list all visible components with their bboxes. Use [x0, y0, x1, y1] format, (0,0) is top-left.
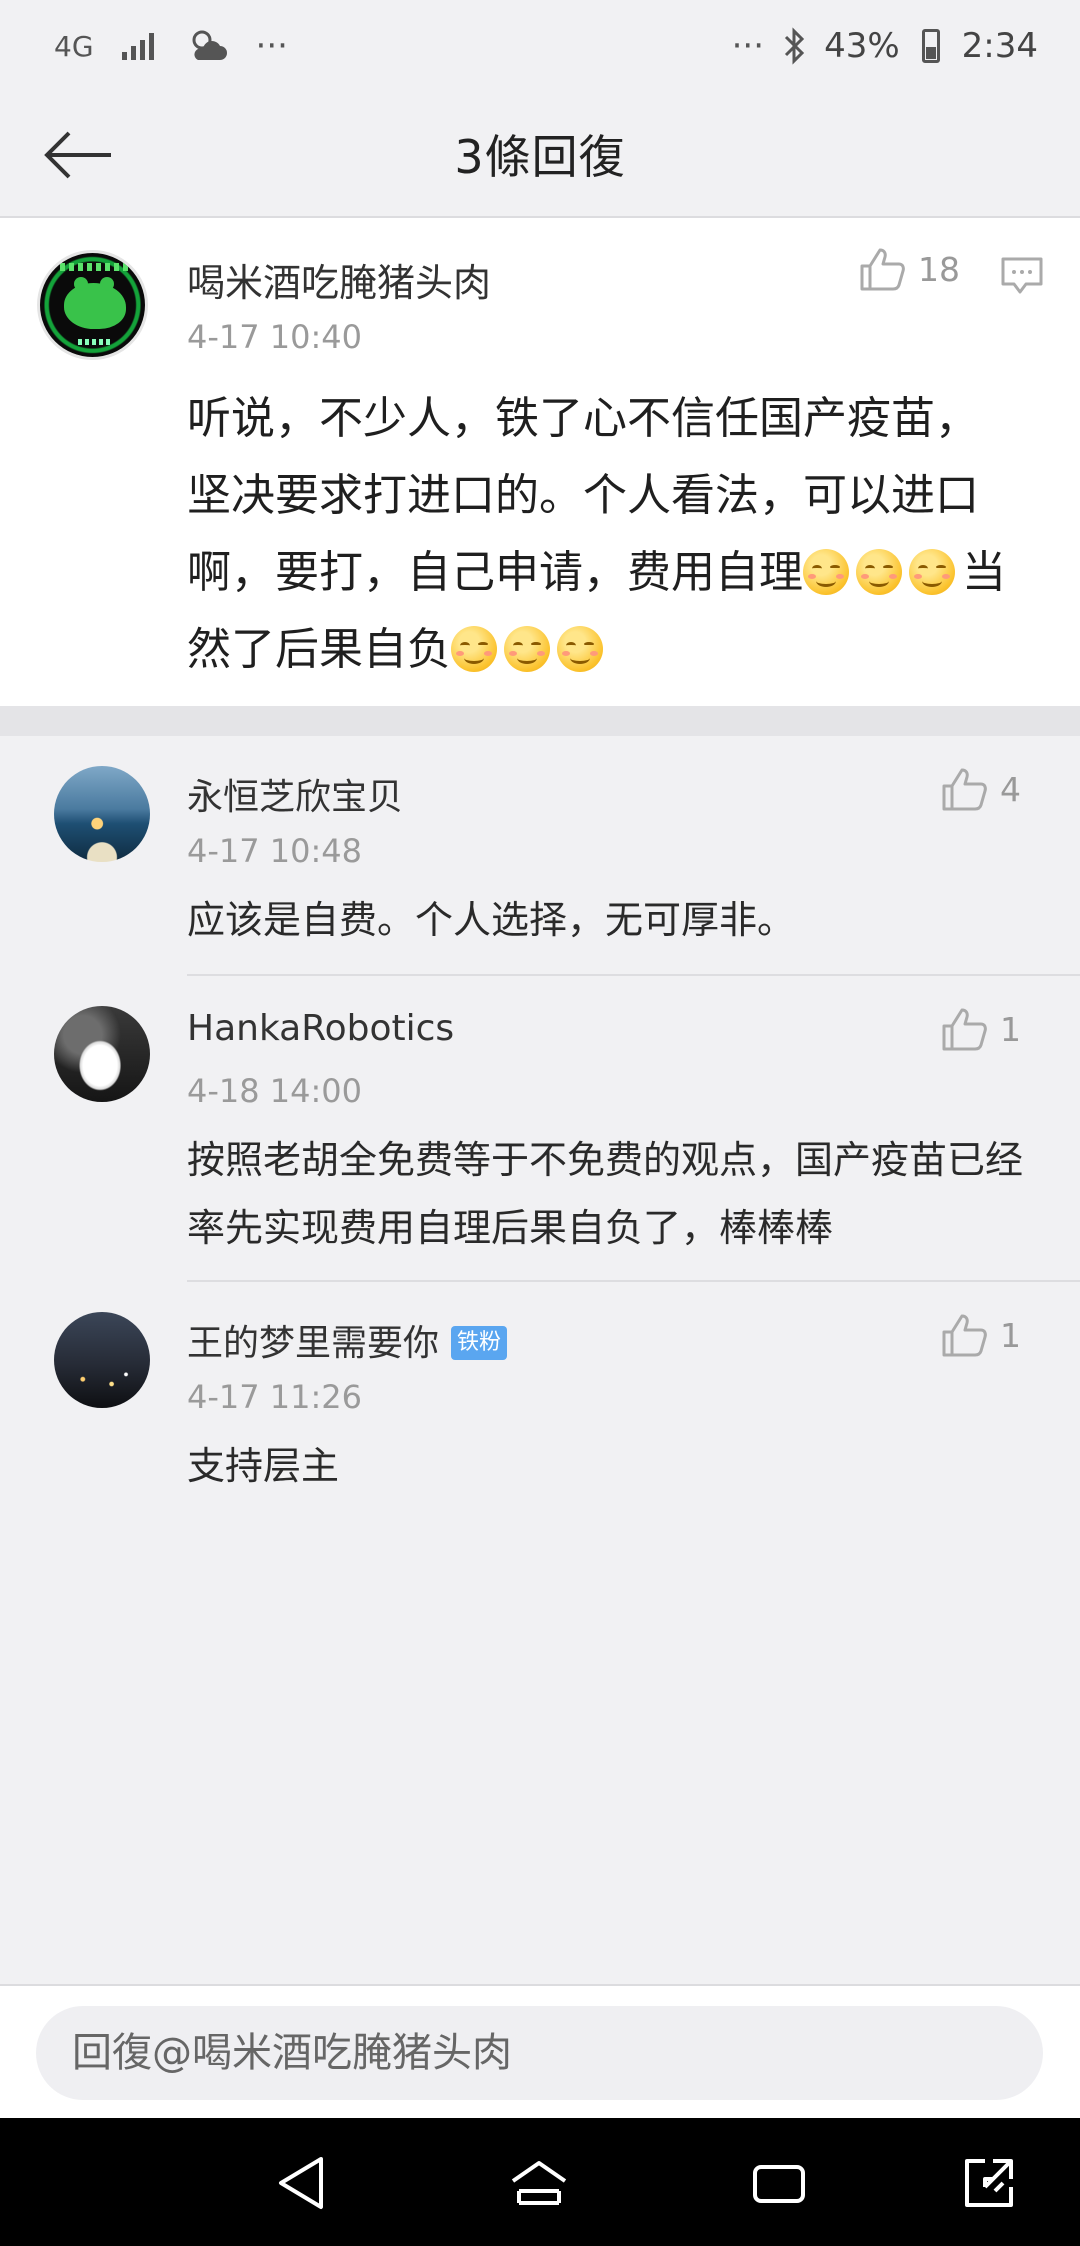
more-indicator: ··· — [255, 26, 288, 66]
emoji-group — [803, 547, 962, 598]
username[interactable]: 王的梦里需要你 铁粉 — [187, 1314, 508, 1366]
username-text: 王的梦里需要你 — [187, 1323, 440, 1364]
nav-recents-icon — [753, 2165, 805, 2203]
clock: 2:34 — [961, 26, 1038, 66]
main-post: 喝米酒吃腌猪头肉 4-17 10:40 18 听说，不少人，铁了心不信任国产疫苗… — [0, 218, 1080, 706]
timestamp: 4-17 10:40 — [187, 318, 363, 356]
timestamp: 4-17 11:26 — [187, 1378, 363, 1416]
system-nav-bar — [0, 2118, 1080, 2246]
nav-expand-icon — [965, 2159, 1013, 2207]
status-bar: 4G ··· ··· 43% 2:34 — [0, 0, 1080, 92]
comment-button[interactable] — [998, 252, 1046, 300]
reply-text: 支持层主 — [187, 1444, 340, 1488]
signal-icon — [120, 30, 160, 62]
reply-input[interactable] — [36, 2006, 1043, 2100]
avatar[interactable] — [37, 250, 148, 360]
smile-emoji-icon — [856, 549, 902, 595]
reply-text: 应该是自费。个人选择，无可厚非。 — [187, 898, 796, 942]
back-button[interactable] — [36, 116, 120, 194]
network-type: 4G — [54, 29, 94, 63]
list-item: 永恒芝欣宝贝 4-17 10:48 4 应该是自费。个人选择，无可厚非。 — [0, 736, 1080, 976]
comment-icon — [1001, 257, 1043, 294]
bluetooth-icon — [782, 27, 806, 65]
page-title: 3條回復 — [454, 130, 626, 184]
username[interactable]: 喝米酒吃腌猪头肉 — [187, 252, 491, 307]
like-count: 1 — [1000, 1009, 1021, 1049]
thumbs-up-icon — [860, 248, 905, 291]
timestamp: 4-17 10:48 — [187, 832, 363, 870]
reply-text: 按照老胡全免费等于不免费的观点，国产疫苗已经率先实现费用自理后果自负了，棒棒棒 — [187, 1138, 1024, 1250]
top-bar: 3條回復 — [0, 92, 1080, 218]
section-divider — [0, 706, 1080, 736]
username[interactable]: 永恒芝欣宝贝 — [187, 768, 403, 820]
battery-percent: 43% — [824, 26, 900, 66]
post-body: 听说，不少人，铁了心不信任国产疫苗，坚决要求打进口的。个人看法，可以进口啊，要打… — [187, 380, 1017, 688]
timestamp: 4-18 14:00 — [187, 1072, 363, 1110]
like-button[interactable]: 18 — [858, 246, 960, 292]
smile-emoji-icon — [557, 626, 603, 672]
nav-recents-button[interactable] — [746, 2150, 812, 2216]
fan-badge: 铁粉 — [451, 1326, 508, 1360]
smile-emoji-icon — [504, 626, 550, 672]
thumbs-up-icon — [942, 1314, 987, 1357]
username[interactable]: HankaRobotics — [187, 1008, 454, 1049]
nav-back-icon — [279, 2157, 323, 2209]
thumbs-up-icon — [942, 768, 987, 811]
avatar[interactable] — [54, 1006, 150, 1102]
nav-back-button[interactable] — [268, 2150, 334, 2216]
avatar[interactable] — [54, 766, 150, 862]
thumbs-up-icon — [942, 1008, 987, 1051]
list-item: 王的梦里需要你 铁粉 4-17 11:26 1 支持层主 — [0, 1282, 1080, 1522]
smile-emoji-icon — [909, 549, 955, 595]
back-arrow-icon — [44, 131, 111, 179]
like-count: 1 — [1000, 1315, 1021, 1355]
like-button[interactable]: 4 — [940, 766, 1021, 812]
like-count: 4 — [1000, 769, 1021, 809]
like-button[interactable]: 1 — [940, 1312, 1021, 1358]
list-item: HankaRobotics 4-18 14:00 1 按照老胡全免费等于不免费的… — [0, 976, 1080, 1282]
reply-bar — [0, 1984, 1080, 2118]
nav-home-button[interactable] — [506, 2150, 572, 2216]
smile-emoji-icon — [803, 549, 849, 595]
smile-emoji-icon — [451, 626, 497, 672]
like-count: 18 — [918, 249, 960, 289]
nav-expand-button[interactable] — [956, 2150, 1022, 2216]
weather-icon — [186, 26, 230, 66]
like-button[interactable]: 1 — [940, 1006, 1021, 1052]
nav-home-icon — [511, 2161, 567, 2205]
avatar[interactable] — [54, 1312, 150, 1408]
more-indicator-right: ··· — [731, 26, 765, 66]
battery-icon — [921, 29, 940, 63]
emoji-group — [451, 624, 610, 675]
